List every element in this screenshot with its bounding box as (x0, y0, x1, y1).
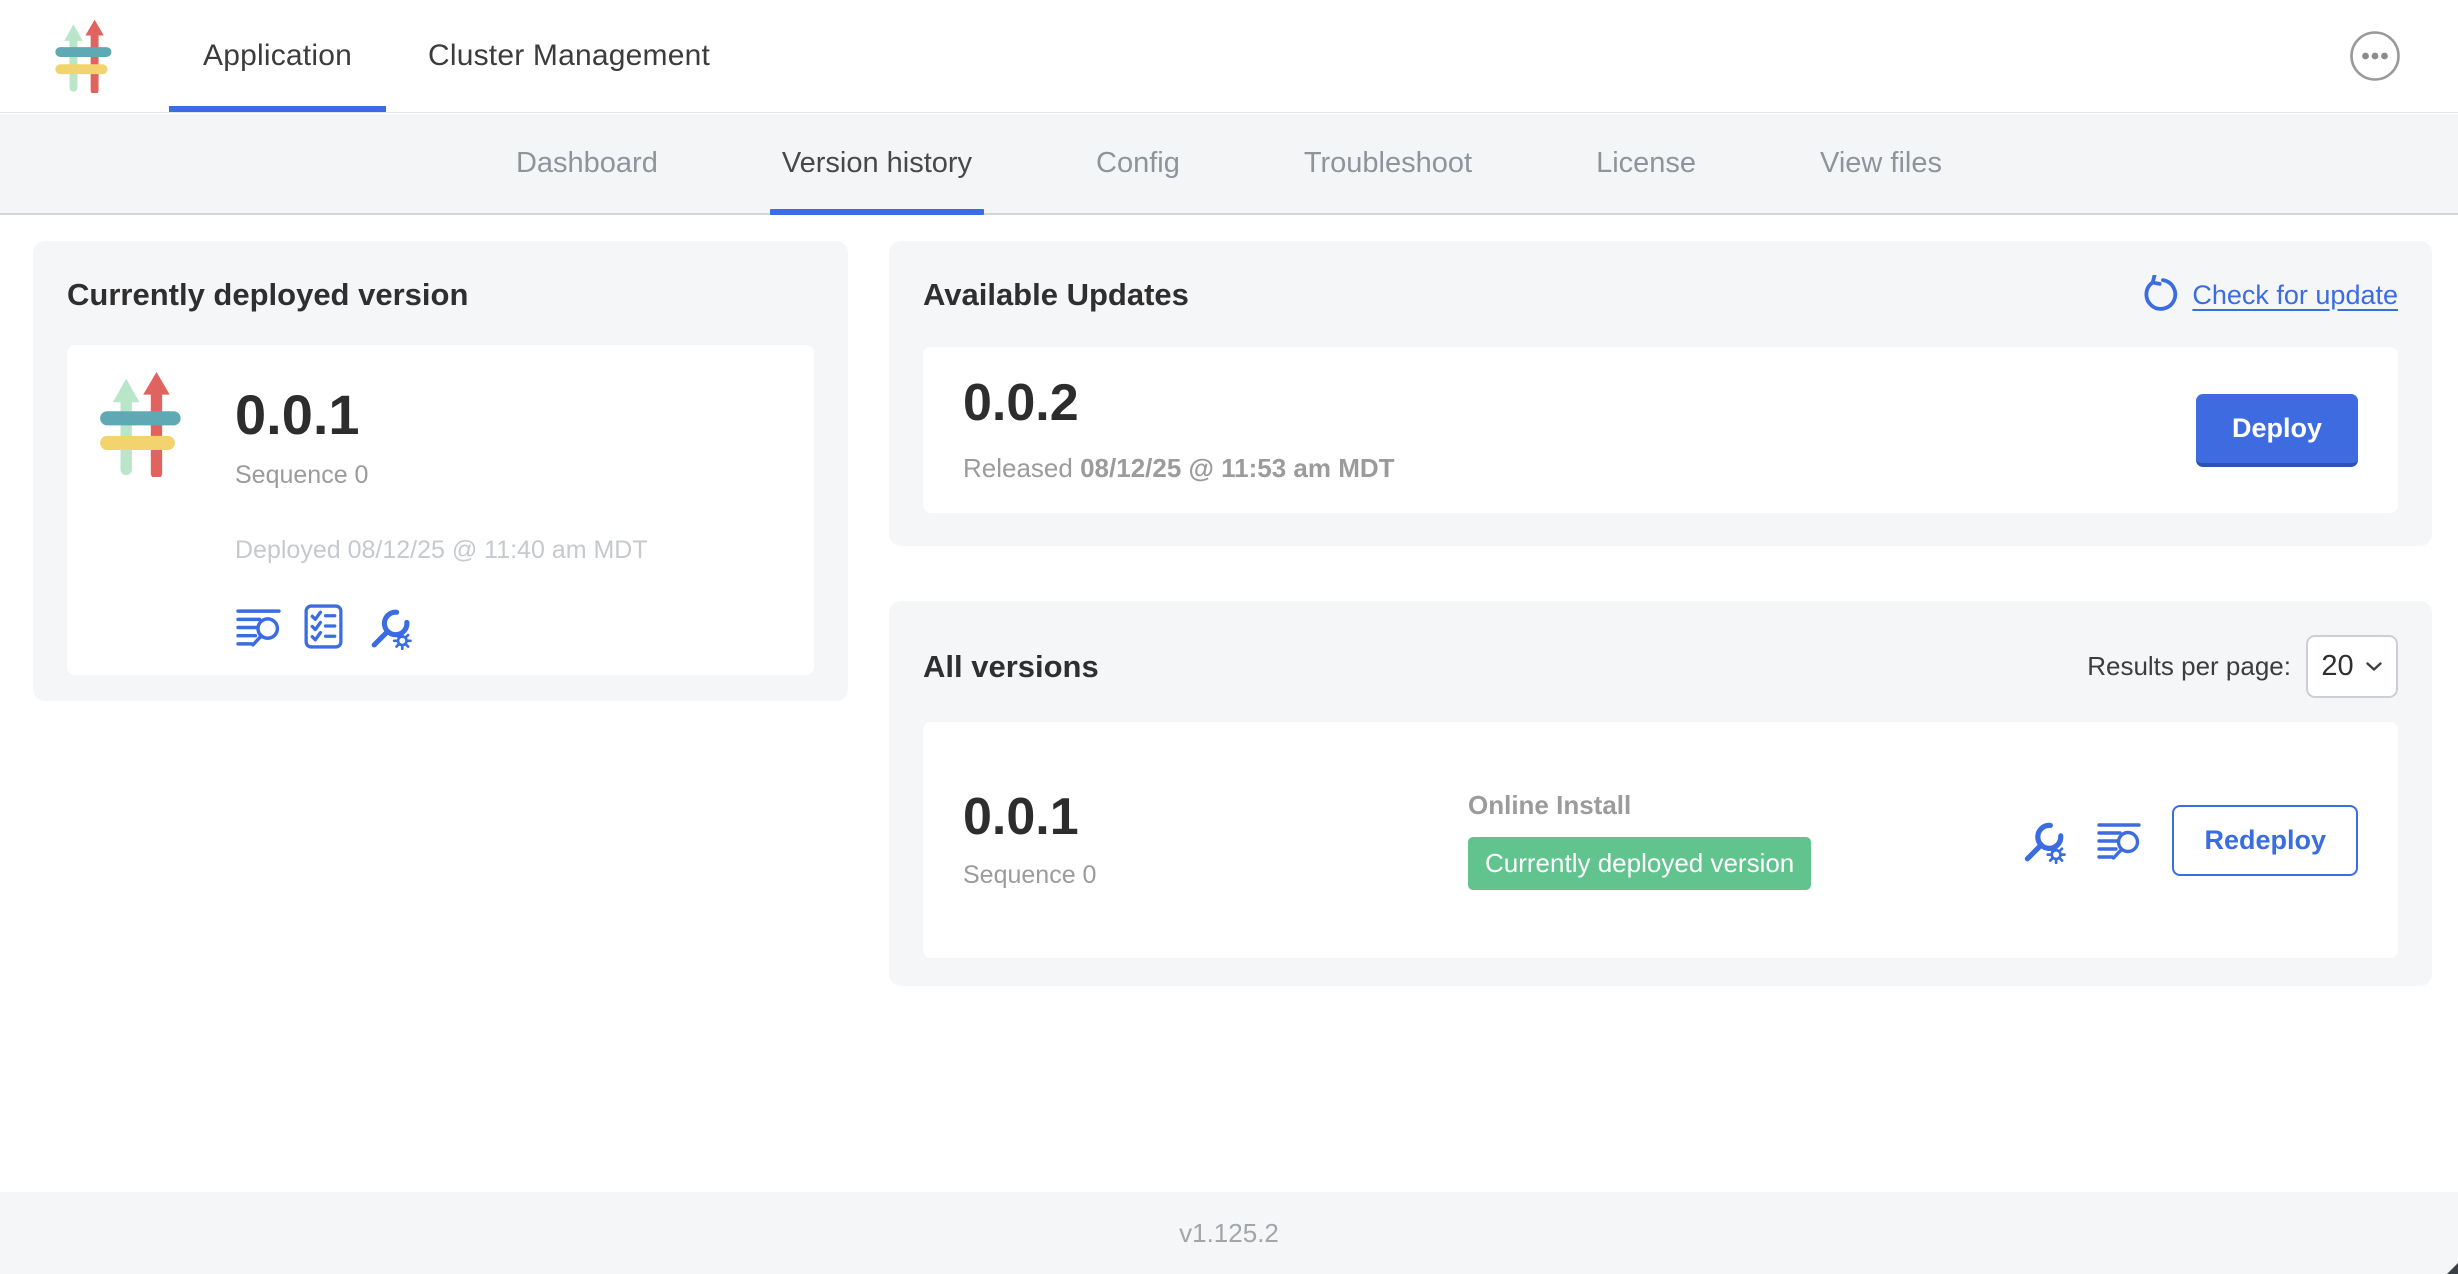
tab-cluster-management-label: Cluster Management (428, 39, 710, 73)
ellipsis-circle-icon (2348, 29, 2402, 83)
all-versions-card: All versions Results per page: 20 0.0.1 … (889, 601, 2432, 986)
refresh-icon (2139, 275, 2179, 315)
console-version-label: v1.125.2 (1179, 1218, 1279, 1249)
results-per-page-group: Results per page: 20 (2087, 635, 2398, 698)
available-updates-card: Available Updates Check for update 0.0.2… (889, 241, 2432, 546)
app-footer: v1.125.2 (0, 1192, 2458, 1274)
row-version-number: 0.0.1 (963, 791, 1468, 843)
tab-application-label: Application (203, 39, 352, 73)
window-resize-corner (2447, 1263, 2458, 1274)
currently-deployed-badge: Currently deployed version (1468, 837, 1811, 890)
tab-application[interactable]: Application (165, 0, 390, 112)
row-sequence: Sequence 0 (963, 861, 1468, 890)
available-updates-title: Available Updates (923, 277, 1189, 313)
all-versions-title: All versions (923, 649, 1099, 685)
results-per-page-value: 20 (2321, 650, 2353, 683)
release-notes-button[interactable] (235, 603, 282, 650)
row-actions: Redeploy (2018, 805, 2358, 876)
preflight-checks-icon (300, 603, 347, 650)
released-prefix: Released (963, 453, 1073, 483)
top-tab-bar: Application Cluster Management (165, 0, 748, 112)
subnav-license[interactable]: License (1596, 114, 1696, 213)
row-release-notes-button[interactable] (2096, 817, 2142, 863)
release-notes-icon (2096, 817, 2142, 863)
update-released-timestamp: Released 08/12/25 @ 11:53 am MDT (963, 453, 1395, 484)
main-content: Currently deployed version 0.0.1 Sequenc… (0, 217, 2458, 1192)
config-icon (2018, 816, 2066, 864)
released-date: 08/12/25 @ 11:53 am MDT (1080, 453, 1394, 483)
redeploy-button[interactable]: Redeploy (2172, 805, 2358, 876)
results-per-page-label: Results per page: (2087, 651, 2291, 682)
subnav-dashboard[interactable]: Dashboard (516, 114, 658, 213)
subnav-troubleshoot[interactable]: Troubleshoot (1304, 114, 1472, 213)
deploy-button[interactable]: Deploy (2196, 394, 2358, 467)
update-row: 0.0.2 Released 08/12/25 @ 11:53 am MDT D… (923, 347, 2398, 513)
row-install-type: Online Install (1468, 790, 2018, 821)
app-logo-icon (55, 19, 121, 93)
version-row: 0.0.1 Sequence 0 Online Install Currentl… (923, 722, 2398, 958)
app-logo-icon (99, 371, 195, 649)
tab-cluster-management[interactable]: Cluster Management (390, 0, 748, 112)
chevron-down-icon (2365, 661, 2383, 672)
check-for-update-link[interactable]: Check for update (2139, 275, 2398, 315)
deployed-version-panel: 0.0.1 Sequence 0 Deployed 08/12/25 @ 11:… (67, 345, 814, 675)
results-per-page-select[interactable]: 20 (2306, 635, 2398, 698)
preflight-checks-button[interactable] (300, 603, 347, 650)
config-icon (365, 603, 412, 650)
currently-deployed-card: Currently deployed version 0.0.1 Sequenc… (33, 241, 848, 701)
overflow-menu-button[interactable] (2348, 29, 2402, 83)
deployed-timestamp: Deployed 08/12/25 @ 11:40 am MDT (235, 536, 648, 565)
deployed-version-number: 0.0.1 (235, 387, 648, 443)
release-notes-icon (235, 603, 282, 650)
subnav-view-files[interactable]: View files (1820, 114, 1942, 213)
deployed-actions (235, 603, 648, 650)
app-header: Application Cluster Management (0, 0, 2458, 113)
currently-deployed-title: Currently deployed version (67, 277, 814, 313)
update-version-number: 0.0.2 (963, 377, 1395, 429)
app-subnav: Dashboard Version history Config Trouble… (0, 114, 2458, 215)
subnav-version-history[interactable]: Version history (782, 114, 972, 213)
config-button[interactable] (365, 603, 412, 650)
row-config-button[interactable] (2018, 816, 2066, 864)
check-for-update-label: Check for update (2192, 280, 2398, 311)
subnav-config[interactable]: Config (1096, 114, 1180, 213)
deployed-sequence: Sequence 0 (235, 461, 648, 490)
